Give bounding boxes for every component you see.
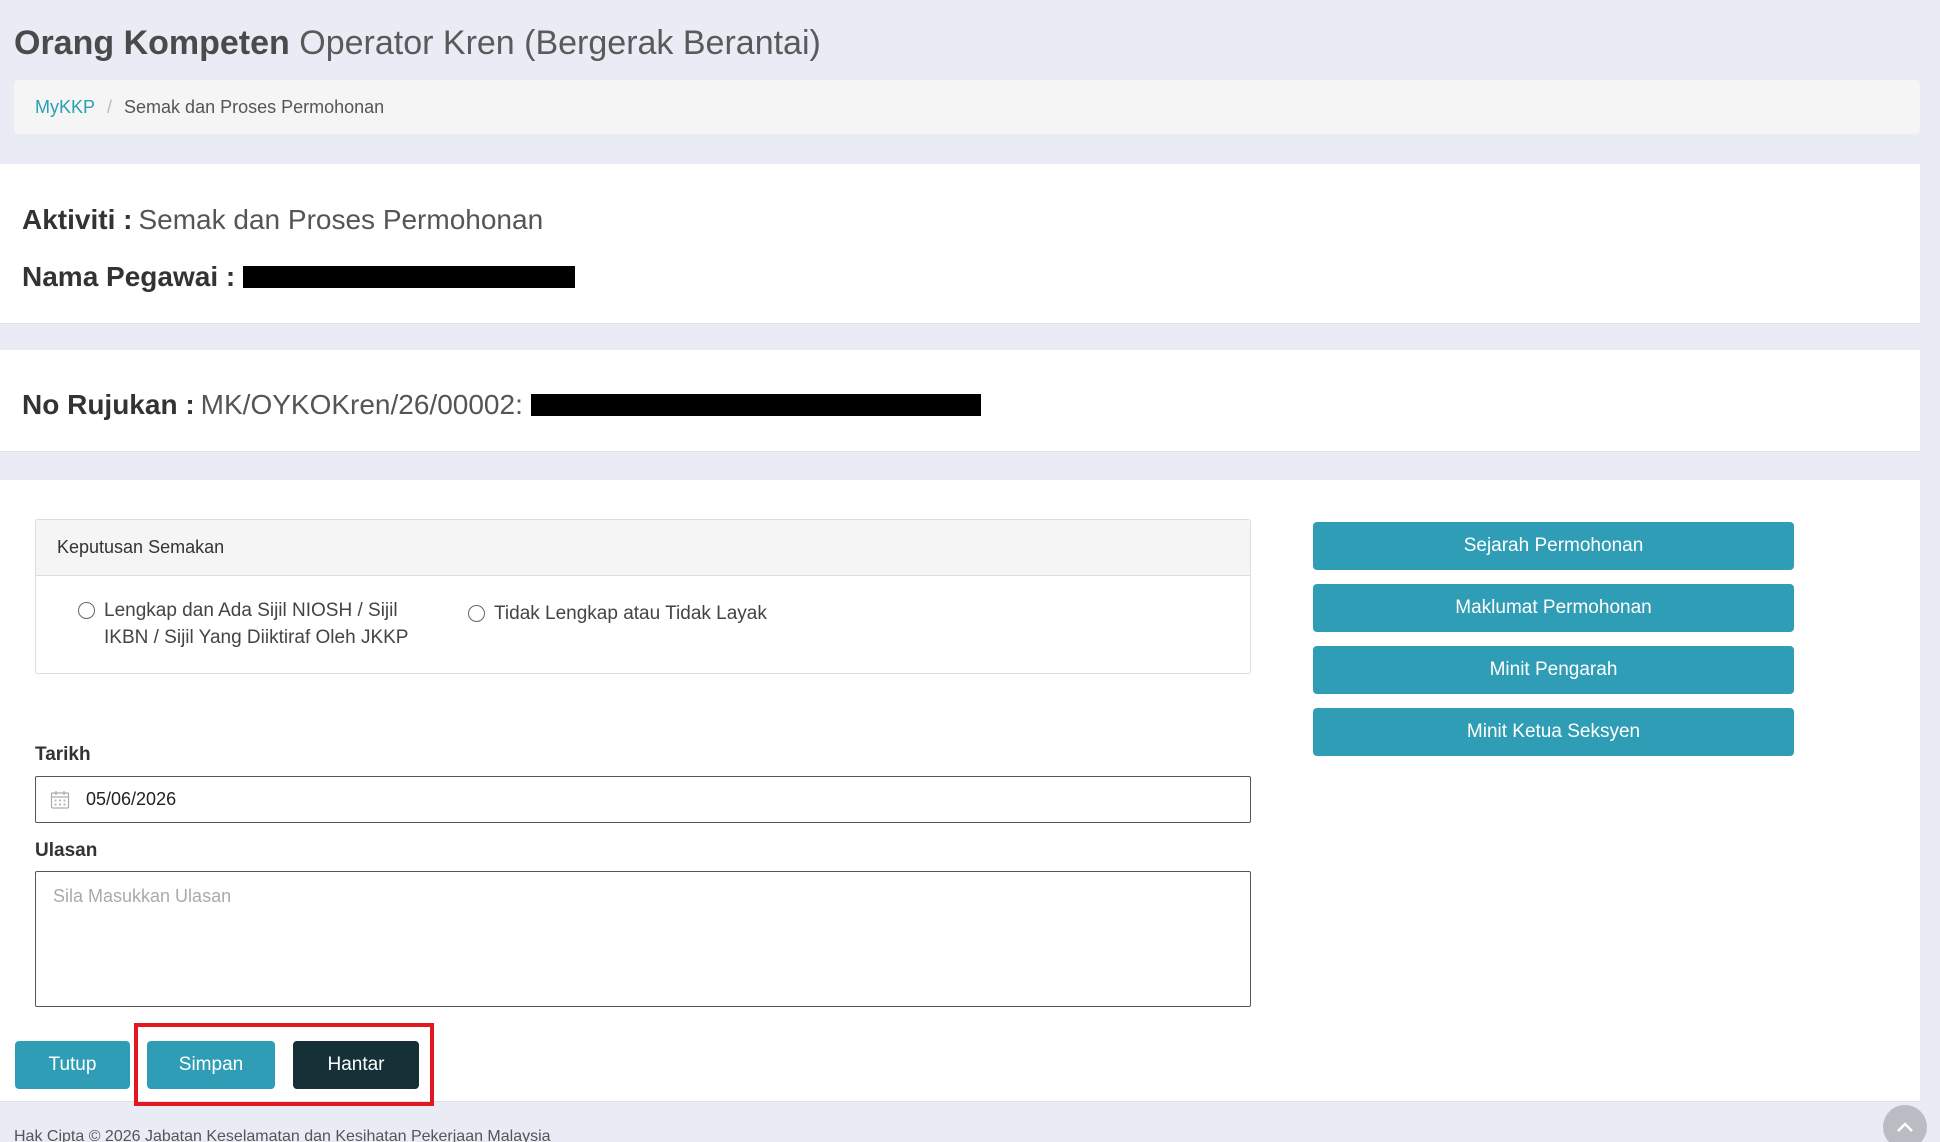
tutup-button[interactable]: Tutup [15, 1041, 130, 1089]
breadcrumb-separator: / [107, 96, 113, 117]
breadcrumb: MyKKP / Semak dan Proses Permohonan [14, 80, 1920, 134]
radio-circle-icon[interactable] [78, 602, 95, 619]
radio-lengkap-line2: IKBN / Sijil Yang Diiktiraf Oleh JKKP [104, 627, 409, 648]
radio-lengkap-label: Lengkap dan Ada Sijil NIOSH / Sijil IKBN… [104, 597, 408, 651]
pegawai-label: Nama Pegawai : [22, 261, 236, 292]
aktiviti-label: Aktiviti : [22, 204, 133, 235]
rujukan-value: MK/OYKOKren/26/00002: [200, 389, 523, 420]
rujukan-card: No Rujukan : MK/OYKOKren/26/00002: [0, 350, 1920, 452]
keputusan-title: Keputusan Semakan [36, 520, 1250, 576]
tarikh-input[interactable]: 05/06/2026 [35, 776, 1251, 823]
aktiviti-value: Semak dan Proses Permohonan [138, 204, 544, 235]
breadcrumb-current: Semak dan Proses Permohonan [124, 96, 385, 117]
maklumat-permohonan-button[interactable]: Maklumat Permohonan [1313, 584, 1794, 632]
page-title-bold: Orang Kompeten [14, 24, 290, 62]
pegawai-row: Nama Pegawai : [22, 261, 576, 293]
minit-ketua-seksyen-button[interactable]: Minit Ketua Seksyen [1313, 708, 1794, 756]
hantar-button[interactable]: Hantar [293, 1041, 419, 1089]
minit-pengarah-button[interactable]: Minit Pengarah [1313, 646, 1794, 694]
pegawai-redacted-value [243, 266, 576, 288]
keputusan-panel: Keputusan Semakan Lengkap dan Ada Sijil … [35, 519, 1251, 674]
tarikh-label: Tarikh [35, 744, 91, 765]
page-title-subtitle: Operator Kren (Bergerak Berantai) [299, 24, 821, 62]
aktiviti-row: Aktiviti : Semak dan Proses Permohonan [22, 204, 543, 236]
rujukan-row: No Rujukan : MK/OYKOKren/26/00002: [22, 389, 981, 421]
radio-lengkap-line1: Lengkap dan Ada Sijil NIOSH / Sijil [104, 600, 398, 621]
rujukan-label: No Rujukan : [22, 389, 195, 420]
radio-tidak-lengkap-label: Tidak Lengkap atau Tidak Layak [494, 603, 767, 624]
calendar-icon[interactable] [50, 790, 70, 810]
rujukan-redacted-value [530, 394, 981, 416]
ulasan-textarea[interactable]: Sila Masukkan Ulasan [35, 871, 1251, 1007]
activity-card: Aktiviti : Semak dan Proses Permohonan N… [0, 164, 1920, 324]
ulasan-label: Ulasan [35, 840, 98, 861]
scroll-to-top-button[interactable] [1883, 1105, 1927, 1142]
sejarah-permohonan-button[interactable]: Sejarah Permohonan [1313, 522, 1794, 570]
breadcrumb-home-link[interactable]: MyKKP [35, 97, 95, 118]
ulasan-placeholder: Sila Masukkan Ulasan [53, 886, 232, 906]
radio-tidak-lengkap[interactable]: Tidak Lengkap atau Tidak Layak [468, 600, 767, 627]
radio-lengkap[interactable]: Lengkap dan Ada Sijil NIOSH / Sijil IKBN… [78, 597, 408, 651]
tarikh-value: 05/06/2026 [86, 789, 177, 809]
simpan-button[interactable]: Simpan [147, 1041, 275, 1089]
footer-text: Hak Cipta © 2026 Jabatan Keselamatan dan… [14, 1128, 551, 1142]
page-title: Orang Kompeten Operator Kren (Bergerak B… [14, 24, 821, 63]
chevron-up-icon [1897, 1122, 1913, 1132]
radio-circle-icon[interactable] [468, 605, 485, 622]
